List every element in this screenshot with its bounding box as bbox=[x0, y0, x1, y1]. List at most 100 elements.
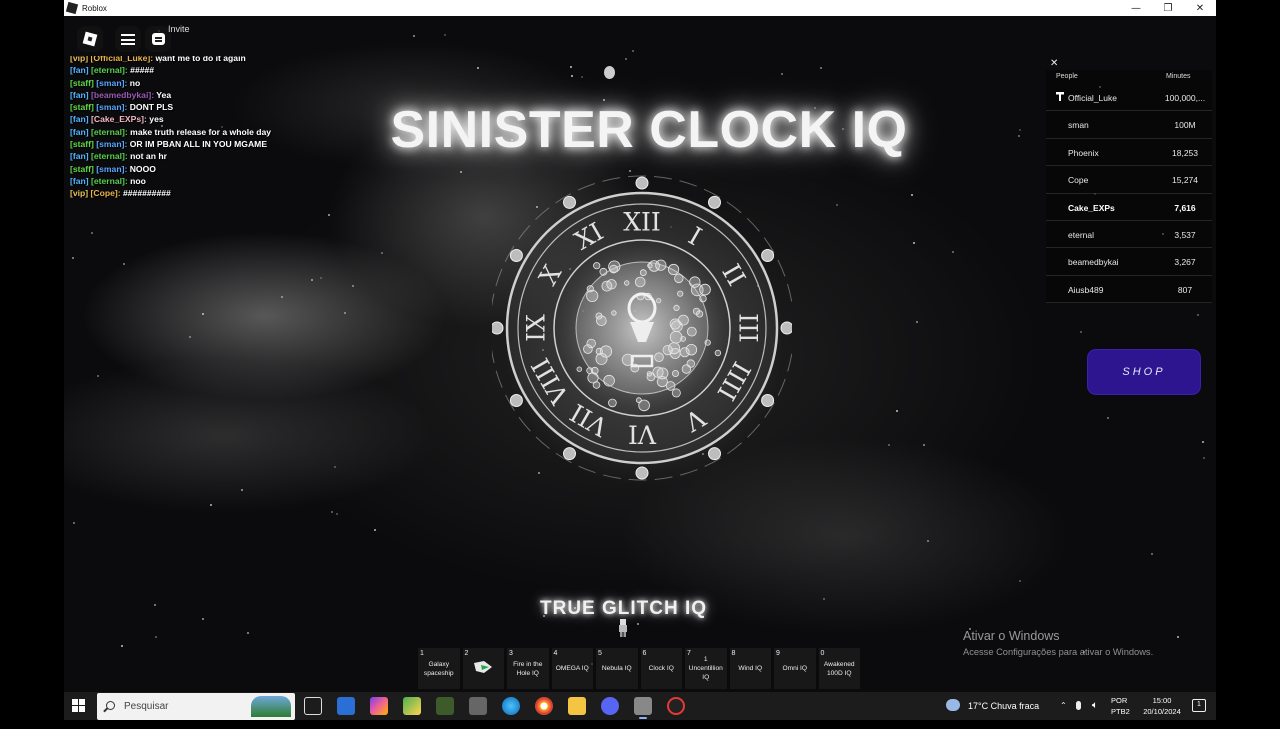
roblox-menu-button[interactable] bbox=[77, 26, 103, 52]
copilot-icon[interactable] bbox=[370, 697, 388, 715]
hotbar-slot[interactable]: 2 bbox=[462, 648, 504, 689]
file-explorer-icon[interactable] bbox=[568, 697, 586, 715]
leaderboard-row[interactable]: Official_Luke 100,000,... bbox=[1046, 84, 1212, 112]
chat-message: [fan] [Cake_EXPs]: yes bbox=[70, 113, 330, 125]
activation-watermark-text: Acesse Configurações para ativar o Windo… bbox=[963, 647, 1154, 657]
leaderboard-row[interactable]: eternal 3,537 bbox=[1046, 220, 1212, 249]
chat-username[interactable]: [Official_Luke]: bbox=[91, 56, 156, 63]
leaderboard-row[interactable]: Cake_EXPs 7,616 bbox=[1046, 193, 1212, 221]
star bbox=[123, 263, 125, 265]
star bbox=[625, 58, 627, 60]
chat-username[interactable]: [eternal]: bbox=[91, 65, 130, 75]
chat-text: ##### bbox=[130, 65, 155, 76]
hotbar-slot[interactable]: 5 Nebula IQ bbox=[596, 648, 638, 689]
roblox-studio-icon[interactable] bbox=[469, 697, 487, 715]
chat-username[interactable]: [eternal]: bbox=[91, 127, 130, 137]
roblox-taskbar-icon[interactable] bbox=[634, 697, 652, 719]
chat-text: yes bbox=[149, 114, 164, 125]
chat-text: noo bbox=[130, 175, 146, 186]
chat-tag: [fan] bbox=[70, 151, 92, 162]
hotbar-slot-label: Nebula IQ bbox=[601, 665, 632, 672]
leaderboard-row[interactable]: Cope 15,274 bbox=[1046, 166, 1212, 194]
discord-icon[interactable] bbox=[601, 697, 619, 715]
volume-icon[interactable]: 🔈︎ bbox=[1092, 700, 1098, 728]
star bbox=[916, 321, 918, 323]
clock-widget[interactable]: 15:00 20/10/2024 bbox=[1136, 692, 1188, 720]
game-viewport[interactable]: Invite [vip] [Official_Luke]: want me to… bbox=[64, 16, 1216, 692]
chat-message: [fan] [eternal]: not an hr bbox=[70, 150, 330, 162]
chat-username[interactable]: [Cope]: bbox=[91, 188, 123, 198]
invite-label[interactable]: Invite bbox=[168, 24, 190, 34]
player-name: Official_Luke bbox=[1068, 93, 1117, 103]
bubble-decoration bbox=[655, 259, 667, 271]
game-app-icon[interactable] bbox=[436, 697, 454, 715]
roblox-app-icon bbox=[65, 1, 79, 15]
clock-numeral: VI bbox=[628, 420, 657, 449]
chat-username[interactable]: [sman]: bbox=[96, 139, 129, 149]
bubble-decoration bbox=[681, 364, 692, 374]
star bbox=[637, 623, 639, 625]
bubble-decoration bbox=[673, 304, 680, 311]
chat-username[interactable]: [sman]: bbox=[96, 102, 129, 112]
taskbar-search[interactable]: Pesquisar bbox=[97, 693, 295, 720]
hotbar-slot[interactable]: 9 Omni IQ bbox=[774, 648, 816, 689]
hotbar-slot[interactable]: 4 OMEGA IQ bbox=[551, 648, 593, 689]
windows-start-icon[interactable] bbox=[72, 699, 86, 713]
player-minutes: 3,267 bbox=[1174, 257, 1196, 268]
window-titlebar[interactable]: Roblox — ❐ ✕ bbox=[64, 0, 1216, 16]
bubble-decoration bbox=[647, 262, 653, 269]
hotbar-slot-label: Awakened 100D IQ bbox=[823, 660, 855, 677]
bubble-decoration bbox=[656, 298, 662, 304]
bubble-decoration bbox=[677, 290, 684, 297]
star bbox=[820, 67, 822, 69]
close-button[interactable]: ✕ bbox=[1184, 0, 1216, 16]
chat-username[interactable]: [eternal]: bbox=[91, 176, 130, 186]
hotbar-slot-label: Galaxy spaceship bbox=[423, 660, 454, 677]
obs-icon[interactable] bbox=[667, 697, 685, 715]
bubble-decoration bbox=[714, 349, 722, 357]
leaderboard-row[interactable]: sman 100M bbox=[1046, 111, 1212, 139]
leaderboard-row[interactable]: Aiusb489 807 bbox=[1046, 275, 1212, 304]
star bbox=[581, 76, 583, 78]
orbit-bead bbox=[509, 394, 523, 407]
minimize-button[interactable]: — bbox=[1120, 0, 1152, 16]
hotbar-slot[interactable]: 71 Uncentillion IQ bbox=[685, 648, 727, 689]
player-minutes: 3,537 bbox=[1174, 229, 1196, 240]
star bbox=[1177, 636, 1179, 638]
star bbox=[1151, 553, 1153, 555]
bubble-decoration bbox=[662, 345, 673, 356]
tray-chevron-icon[interactable]: ⌃ bbox=[1060, 701, 1067, 729]
edge-icon[interactable] bbox=[502, 697, 520, 715]
task-view-icon[interactable] bbox=[304, 697, 322, 715]
maximize-button[interactable]: ❐ bbox=[1152, 0, 1184, 16]
hotbar-slot[interactable]: 6 Clock IQ bbox=[640, 648, 682, 689]
leaderboard-close-icon[interactable]: ✕ bbox=[1050, 58, 1058, 69]
store-icon[interactable] bbox=[337, 697, 355, 715]
chrome-icon[interactable] bbox=[535, 697, 553, 715]
notifications-icon[interactable]: 1 bbox=[1192, 699, 1206, 712]
hotbar-slot[interactable]: 0 Awakened 100D IQ bbox=[818, 648, 860, 689]
chat-username[interactable]: [beamedbykai]: bbox=[91, 90, 156, 100]
chat-username[interactable]: [eternal]: bbox=[91, 151, 130, 161]
chat-username[interactable]: [Cake_EXPs]: bbox=[91, 114, 149, 124]
orbit-bead bbox=[563, 195, 576, 209]
star bbox=[320, 277, 322, 279]
hotbar-slot[interactable]: 3 Fire in the Hole IQ bbox=[507, 648, 549, 689]
bubble-decoration bbox=[677, 314, 689, 326]
bubble-decoration bbox=[606, 279, 617, 290]
player-name: Phoenix bbox=[1068, 147, 1099, 158]
hotbar-slot[interactable]: 8 Wind IQ bbox=[729, 648, 771, 689]
orbit-bead bbox=[708, 195, 721, 209]
shop-button[interactable]: SHOP bbox=[1088, 350, 1200, 394]
chat-username[interactable]: [sman]: bbox=[96, 164, 129, 174]
hotbar-slot[interactable]: 1 Galaxy spaceship bbox=[418, 648, 460, 689]
chat-text: not an hr bbox=[130, 151, 167, 162]
bubble-decoration bbox=[593, 262, 601, 270]
bubble-decoration bbox=[611, 310, 617, 316]
leaderboard-row[interactable]: Phoenix 18,253 bbox=[1046, 138, 1212, 167]
photos-icon[interactable] bbox=[403, 697, 421, 715]
chat-username[interactable]: [sman]: bbox=[96, 78, 129, 88]
leaderboard-row[interactable]: beamedbykai 3,267 bbox=[1046, 248, 1212, 276]
chat-message: [vip] [Official_Luke]: want me to do it … bbox=[70, 56, 330, 64]
hamburger-menu-button[interactable] bbox=[115, 26, 141, 52]
